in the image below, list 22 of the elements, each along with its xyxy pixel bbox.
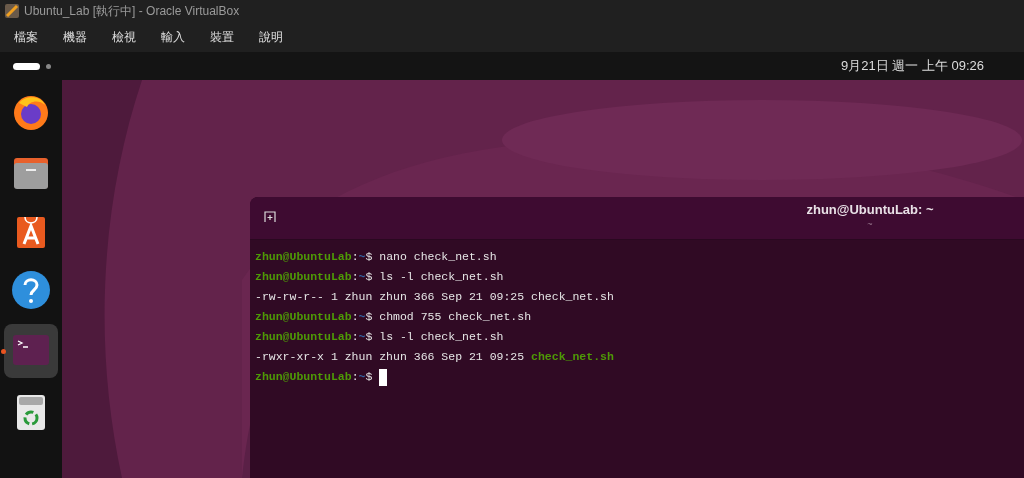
menu-item[interactable]: 檔案 <box>14 27 38 46</box>
terminal-subtitle: ~ <box>867 219 873 229</box>
help-icon <box>11 270 51 310</box>
menu-item[interactable]: 輸入 <box>161 27 185 46</box>
menu-item[interactable]: 說明 <box>259 27 283 46</box>
clock[interactable]: 9月21日 週一 上午 09:26 <box>840 56 984 76</box>
output-line: -rw-rw-r-- 1 zhun zhun 366 Sep 21 09:25 check_net.sh <box>255 289 614 305</box>
menu-item[interactable]: 機器 <box>63 27 87 46</box>
window-title: Ubuntu_Lab [執行中] - Oracle VirtualBox <box>24 2 240 20</box>
menu-item[interactable]: 檢視 <box>112 27 136 46</box>
prompt-line: zhun@UbuntuLab:~$ <box>255 369 373 385</box>
workspace-indicator[interactable] <box>13 62 51 70</box>
prompt-line: zhun@UbuntuLab:~$ ls -l check_net.sh <box>255 269 504 285</box>
prompt-line: zhun@UbuntuLab:~$ nano check_net.sh <box>255 249 497 265</box>
browser-icon <box>11 93 51 133</box>
menu-item[interactable]: 裝置 <box>210 27 234 46</box>
new-tab-icon[interactable] <box>264 211 276 223</box>
terminal-title: zhun@UbuntuLab: ~ <box>806 201 934 219</box>
app-icon <box>4 2 20 19</box>
output-line: -rwxr-xr-x 1 zhun zhun 366 Sep 21 09:25 check_net.sh <box>255 349 614 365</box>
prompt-line: zhun@UbuntuLab:~$ ls -l check_net.sh <box>255 329 504 345</box>
prompt-line: zhun@UbuntuLab:~$ chmod 755 check_net.sh <box>255 309 532 325</box>
